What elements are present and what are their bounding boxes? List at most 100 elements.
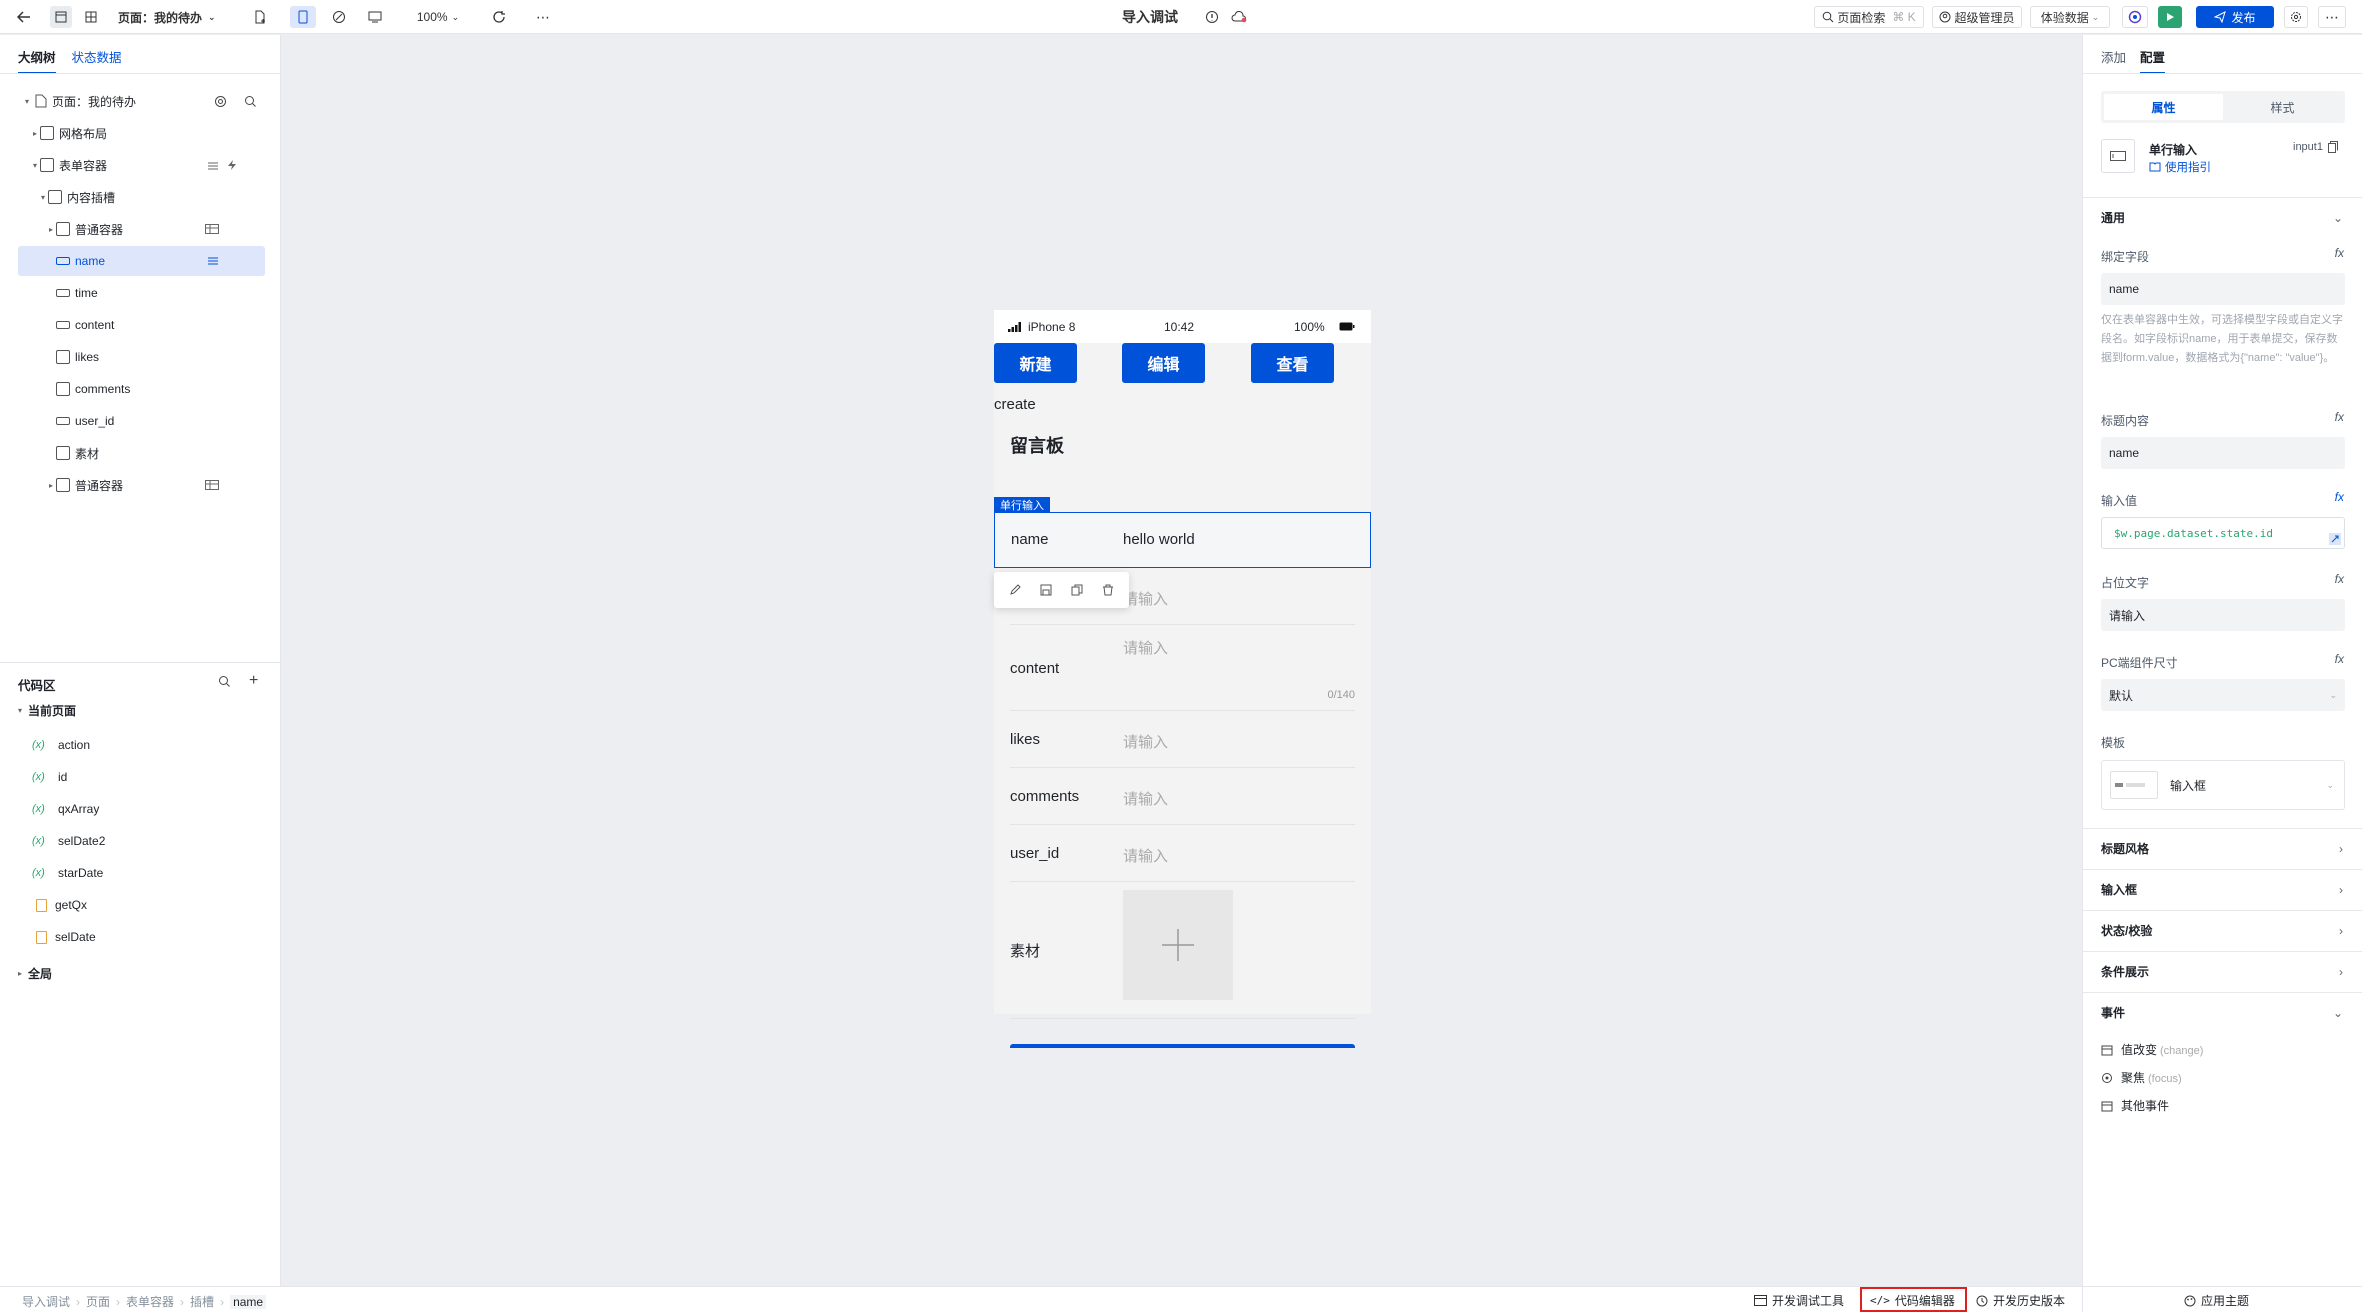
desktop-view-icon[interactable] xyxy=(364,6,386,28)
tab-outline[interactable]: 大纲树 xyxy=(18,47,56,74)
view-button[interactable]: 查看 xyxy=(1251,343,1334,383)
copy-icon[interactable] xyxy=(1071,584,1083,596)
layout-page-icon[interactable] xyxy=(50,6,72,28)
userid-field-row[interactable]: user_id 请输入 xyxy=(1010,825,1355,882)
add-icon[interactable]: + xyxy=(249,672,258,690)
current-page-group[interactable]: ▾ 当前页面 xyxy=(18,702,76,719)
table-icon[interactable] xyxy=(205,224,219,234)
code-editor-button[interactable]: </> 代码编辑器 xyxy=(1870,1292,1955,1309)
section-input-box[interactable]: 输入框 › xyxy=(2083,869,2362,909)
zoom-select[interactable]: 100% ⌄ xyxy=(410,6,466,28)
tree-item-time[interactable]: time xyxy=(18,278,265,308)
tree-item-material[interactable]: 素材 xyxy=(18,438,265,468)
code-item-stardate[interactable]: (x) starDate xyxy=(32,861,103,885)
breadcrumb-item[interactable]: 导入调试 xyxy=(22,1293,70,1310)
tree-item-grid-layout[interactable]: ▸ 网格布局 xyxy=(18,118,265,148)
tree-item-user-id[interactable]: user_id xyxy=(18,406,265,436)
datasource-icon[interactable] xyxy=(207,256,219,266)
settings-icon[interactable] xyxy=(214,95,227,108)
lightning-icon[interactable] xyxy=(227,159,237,171)
edit-button[interactable]: 编辑 xyxy=(1122,343,1205,383)
tree-item-content[interactable]: content xyxy=(18,310,265,340)
experience-data-select[interactable]: 体验数据 ⌄ xyxy=(2030,6,2110,28)
fx-icon[interactable]: fx xyxy=(2335,410,2344,424)
material-field-row[interactable]: 素材 xyxy=(1010,882,1355,1019)
content-textarea[interactable]: 请输入 xyxy=(1123,637,1168,658)
tab-add[interactable]: 添加 xyxy=(2101,47,2126,74)
comments-field-row[interactable]: comments 请输入 xyxy=(1010,768,1355,825)
global-group[interactable]: ▸ 全局 xyxy=(18,965,52,982)
table-icon[interactable] xyxy=(205,480,219,490)
run-button[interactable] xyxy=(2158,6,2182,28)
code-item-qxarray[interactable]: (x) qxArray xyxy=(32,797,99,821)
tab-state-data[interactable]: 状态数据 xyxy=(72,47,122,74)
mobile-view-icon[interactable] xyxy=(290,6,316,28)
edit-pencil-icon[interactable] xyxy=(1009,584,1022,596)
code-item-seldate[interactable]: selDate xyxy=(36,925,96,949)
breadcrumb-item[interactable]: 页面 xyxy=(86,1293,110,1310)
bind-field-input[interactable]: name xyxy=(2101,273,2345,305)
more-menu-icon[interactable]: ⋯ xyxy=(2318,6,2346,28)
placeholder-input[interactable]: 请输入 xyxy=(2101,599,2345,631)
pc-size-select[interactable]: 默认 ⌄ xyxy=(2101,679,2345,711)
page-select[interactable]: 页面：我的待办 ⌄ xyxy=(118,6,228,28)
event-other[interactable]: 其他事件 xyxy=(2101,1097,2169,1114)
dev-tools-button[interactable]: 开发调试工具 xyxy=(1754,1292,1844,1309)
search-icon[interactable] xyxy=(244,95,257,108)
delete-icon[interactable] xyxy=(1102,584,1114,596)
userid-input[interactable]: 请输入 xyxy=(1123,845,1168,866)
likes-field-row[interactable]: likes 请输入 xyxy=(1010,711,1355,768)
tree-item-container[interactable]: ▸ 普通容器 xyxy=(18,214,265,244)
section-status-validation[interactable]: 状态/校验 › xyxy=(2083,910,2362,950)
refresh-icon[interactable] xyxy=(488,6,510,28)
tree-item-content-slot[interactable]: ▾ 内容插槽 xyxy=(18,182,265,212)
code-item-id[interactable]: (x) id xyxy=(32,765,67,789)
tab-config[interactable]: 配置 xyxy=(2140,47,2166,74)
tablet-view-icon[interactable] xyxy=(328,6,350,28)
page-search-button[interactable]: 页面检索 ⌘ K xyxy=(1814,6,1924,28)
datasource-icon[interactable] xyxy=(207,161,219,171)
content-field-row[interactable]: content 请输入 0/140 xyxy=(1010,625,1355,711)
tree-item-likes[interactable]: likes xyxy=(18,342,265,372)
cloud-status-icon[interactable] xyxy=(1228,6,1250,28)
upload-box[interactable] xyxy=(1123,890,1233,1000)
tree-item-name[interactable]: name xyxy=(18,246,265,276)
breadcrumb-item-current[interactable]: name xyxy=(230,1294,267,1309)
usage-guide-link[interactable]: 使用指引 xyxy=(2149,159,2211,175)
save-icon[interactable] xyxy=(1040,584,1052,596)
title-content-input[interactable]: name xyxy=(2101,437,2345,469)
breadcrumb-item[interactable]: 插槽 xyxy=(190,1293,214,1310)
tree-item-form-container[interactable]: ▾ 表单容器 xyxy=(18,150,265,180)
section-title-style[interactable]: 标题风格 › xyxy=(2083,828,2362,868)
tree-item-page[interactable]: ▾ 页面：我的待办 xyxy=(18,86,265,116)
search-icon[interactable] xyxy=(218,675,231,688)
design-canvas[interactable]: iPhone 8 10:42 100% 新建 编辑 查看 create 留言板 … xyxy=(282,35,2082,1286)
app-theme-button[interactable]: 应用主题 xyxy=(2184,1292,2249,1309)
breadcrumb-item[interactable]: 表单容器 xyxy=(126,1293,174,1310)
layout-grid-icon[interactable] xyxy=(80,6,102,28)
input-value-expression[interactable]: $w.page.dataset.state.id xyxy=(2101,517,2345,549)
tree-item-comments[interactable]: comments xyxy=(18,374,265,404)
section-conditional-display[interactable]: 条件展示 › xyxy=(2083,951,2362,991)
expand-editor-icon[interactable] xyxy=(2329,533,2341,545)
likes-input[interactable]: 请输入 xyxy=(1123,731,1168,752)
name-field-row[interactable]: name hello world xyxy=(994,512,1371,568)
event-change[interactable]: 值改变 (change) xyxy=(2101,1041,2203,1058)
history-button[interactable]: 开发历史版本 xyxy=(1976,1292,2065,1309)
tree-item-container-2[interactable]: ▸ 普通容器 xyxy=(18,470,265,500)
new-button[interactable]: 新建 xyxy=(994,343,1077,383)
section-general[interactable]: 通用 ⌄ xyxy=(2083,197,2362,237)
event-focus[interactable]: 聚焦 (focus) xyxy=(2101,1069,2182,1086)
fx-icon[interactable]: fx xyxy=(2335,572,2344,586)
name-input[interactable]: hello world xyxy=(1123,531,1195,548)
settings-gear-icon[interactable] xyxy=(2284,6,2308,28)
template-select[interactable]: 输入框 ⌄ xyxy=(2101,760,2345,810)
code-item-getqx[interactable]: getQx xyxy=(36,893,87,917)
back-arrow-icon[interactable] xyxy=(14,6,34,28)
code-item-action[interactable]: (x) action xyxy=(32,733,90,757)
publish-button[interactable]: 发布 xyxy=(2196,6,2274,28)
info-icon[interactable] xyxy=(1202,6,1222,28)
fx-icon[interactable]: fx xyxy=(2335,490,2344,504)
comments-input[interactable]: 请输入 xyxy=(1123,788,1168,809)
submit-button-edge[interactable] xyxy=(1010,1044,1355,1048)
